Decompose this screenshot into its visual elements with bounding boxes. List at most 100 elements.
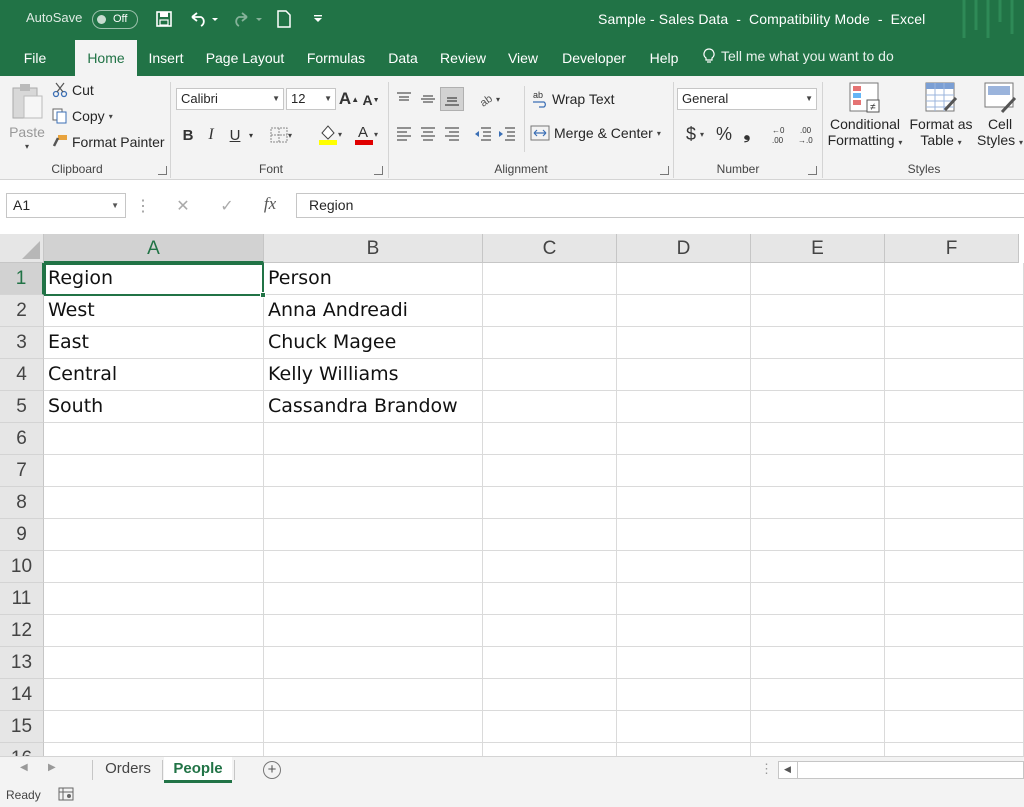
font-name-select[interactable]: Calibri ▼ (176, 88, 284, 110)
macro-recording-icon[interactable] (58, 787, 74, 804)
grid-cell[interactable] (885, 455, 1024, 487)
grid-cell[interactable] (264, 679, 483, 711)
grid-cell[interactable] (483, 391, 617, 423)
grid-cell[interactable] (483, 295, 617, 327)
grid-cell[interactable] (885, 487, 1024, 519)
select-all-button[interactable] (0, 234, 44, 263)
grid-cell[interactable] (885, 711, 1024, 743)
merge-center-button[interactable]: Merge & Center ▾ (530, 125, 661, 141)
column-header-d[interactable]: D (617, 234, 751, 263)
decrease-decimal-icon[interactable]: .00 →.0 (796, 123, 820, 147)
row-header[interactable]: 10 (0, 551, 44, 583)
paste-button[interactable]: Paste ▾ (8, 82, 46, 154)
font-color-icon[interactable]: A ▾ (350, 122, 382, 146)
grid-cell[interactable]: Kelly Williams (264, 359, 483, 391)
row-header[interactable]: 7 (0, 455, 44, 487)
add-sheet-icon[interactable]: + (263, 761, 281, 779)
row-header[interactable]: 2 (0, 295, 44, 327)
column-header-a[interactable]: A (44, 234, 264, 263)
sheet-tab-orders[interactable]: Orders (96, 757, 160, 783)
align-bottom-icon[interactable] (440, 87, 464, 111)
align-middle-icon[interactable] (418, 90, 438, 108)
grid-cell[interactable] (751, 455, 885, 487)
grid-cell[interactable] (751, 711, 885, 743)
increase-decimal-icon[interactable]: ←0.00 (770, 123, 794, 147)
grid-cell[interactable] (617, 519, 751, 551)
customize-qat-icon[interactable] (310, 8, 326, 30)
grid-cell[interactable] (617, 743, 751, 756)
grid-cell[interactable] (44, 583, 264, 615)
tab-home[interactable]: Home (75, 40, 137, 76)
grid-cell[interactable] (617, 551, 751, 583)
grid-cell[interactable] (483, 455, 617, 487)
underline-caret-icon[interactable]: ▾ (246, 124, 256, 146)
grid-cell[interactable] (483, 679, 617, 711)
align-left-icon[interactable] (394, 125, 414, 143)
grid-cell[interactable] (264, 743, 483, 756)
grid-cell[interactable] (885, 327, 1024, 359)
grid-cell[interactable] (264, 423, 483, 455)
name-box[interactable]: A1 ▼ (6, 193, 126, 218)
formula-input[interactable]: Region (296, 193, 1024, 218)
grid-cell[interactable] (483, 551, 617, 583)
grid-cell[interactable] (44, 615, 264, 647)
redo-icon[interactable] (230, 8, 266, 30)
grid-cell[interactable]: South (44, 391, 264, 423)
fill-handle[interactable] (260, 292, 266, 298)
tab-file[interactable]: File (14, 38, 56, 76)
underline-button[interactable]: U (226, 124, 244, 146)
italic-button[interactable]: I (204, 124, 218, 146)
tab-data[interactable]: Data (382, 38, 424, 76)
grid-cell[interactable] (885, 359, 1024, 391)
orientation-icon[interactable]: ab ▾ (474, 90, 504, 108)
grid-cell[interactable] (483, 519, 617, 551)
row-header[interactable]: 12 (0, 615, 44, 647)
grid-cell[interactable] (264, 647, 483, 679)
grid-cell[interactable] (617, 679, 751, 711)
align-top-icon[interactable] (394, 90, 414, 108)
sheet-tab-people[interactable]: People (164, 757, 232, 783)
comma-button[interactable]: ❟ (738, 123, 756, 145)
grid-cell[interactable] (751, 391, 885, 423)
grid-cell[interactable] (751, 615, 885, 647)
row-header[interactable]: 15 (0, 711, 44, 743)
tab-review[interactable]: Review (435, 38, 491, 76)
grid-cell[interactable] (483, 359, 617, 391)
column-header-b[interactable]: B (264, 234, 483, 263)
grid-cell[interactable] (617, 487, 751, 519)
grid-cell[interactable] (617, 359, 751, 391)
row-header[interactable]: 5 (0, 391, 44, 423)
grid-cell[interactable] (483, 327, 617, 359)
grid-cell[interactable] (483, 583, 617, 615)
percent-button[interactable]: % (712, 123, 736, 145)
row-header[interactable]: 11 (0, 583, 44, 615)
grid-cell[interactable] (617, 647, 751, 679)
column-header-e[interactable]: E (751, 234, 885, 263)
grid-cell[interactable]: West (44, 295, 264, 327)
grid-cell[interactable] (885, 583, 1024, 615)
grid-cell[interactable] (751, 519, 885, 551)
grid-cell[interactable] (617, 327, 751, 359)
grid-cell[interactable]: Person (264, 263, 483, 295)
row-header[interactable]: 14 (0, 679, 44, 711)
alignment-launcher-icon[interactable] (660, 166, 669, 175)
grid-cell[interactable] (885, 391, 1024, 423)
grid-cell[interactable] (751, 327, 885, 359)
grid-cell[interactable] (751, 679, 885, 711)
tab-insert[interactable]: Insert (140, 38, 192, 76)
grid-cell[interactable] (44, 647, 264, 679)
grid-cell[interactable] (264, 583, 483, 615)
grid-cell[interactable] (885, 679, 1024, 711)
row-header[interactable]: 13 (0, 647, 44, 679)
tab-formulas[interactable]: Formulas (300, 38, 372, 76)
grid-cell[interactable] (751, 295, 885, 327)
grid-cell[interactable] (751, 487, 885, 519)
align-right-icon[interactable] (442, 125, 462, 143)
grid-cell[interactable] (264, 551, 483, 583)
grid-cell[interactable]: Anna Andreadi (264, 295, 483, 327)
insert-function-button[interactable]: fx (255, 194, 285, 218)
grid-cell[interactable] (44, 551, 264, 583)
grid-cell[interactable] (751, 359, 885, 391)
grid-cell[interactable] (885, 615, 1024, 647)
grid-cell[interactable] (885, 551, 1024, 583)
